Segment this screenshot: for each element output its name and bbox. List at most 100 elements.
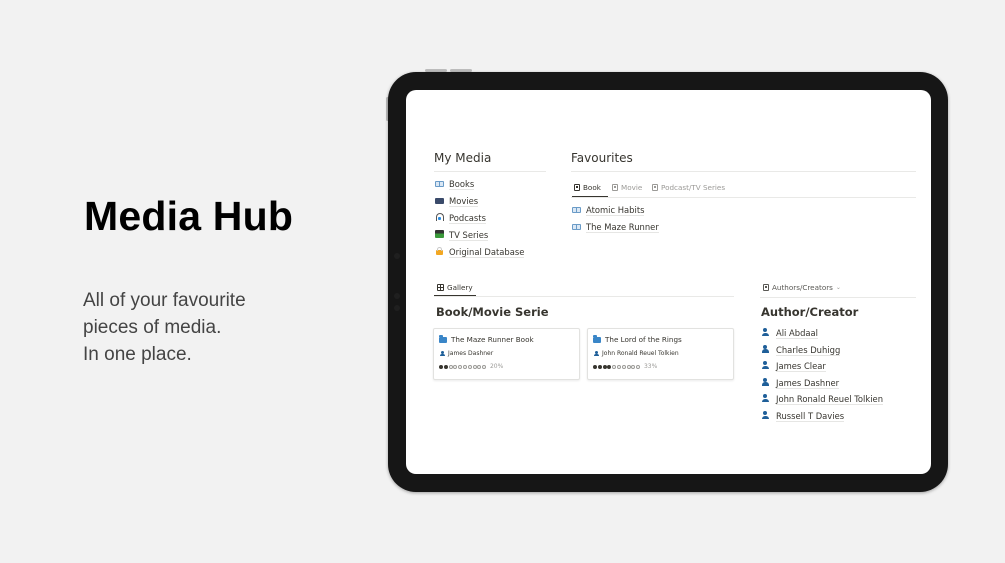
- divider: [760, 297, 916, 298]
- divider: [571, 197, 916, 198]
- my-media-link-books[interactable]: Books: [434, 179, 475, 190]
- progress-dot-empty: [462, 364, 467, 369]
- device-sensor: [394, 293, 400, 299]
- progress-dot-filled: [602, 364, 607, 369]
- author-name: James Dashner: [776, 377, 840, 389]
- person-icon: [761, 328, 769, 336]
- divider: [571, 171, 916, 172]
- progress-dot-empty: [458, 364, 463, 369]
- device-camera: [394, 253, 400, 259]
- progress-dot-empty: [621, 364, 626, 369]
- author-item[interactable]: John Ronald Reuel Tolkien: [761, 394, 884, 406]
- card-author: James Dashner: [439, 350, 493, 357]
- gallery-icon: [437, 284, 444, 291]
- chevron-down-icon: ⌄: [835, 284, 841, 291]
- author-item[interactable]: Charles Duhigg: [761, 344, 841, 356]
- progress-dots: [593, 364, 641, 369]
- person-icon: [761, 361, 769, 370]
- tab-label: Book: [583, 183, 601, 192]
- progress-dot-empty: [448, 364, 453, 369]
- gallery-card[interactable]: The Lord of the Rings John Ronald Reuel …: [587, 328, 734, 380]
- progress-dot-empty: [631, 364, 636, 369]
- author-name: Charles Duhigg: [776, 344, 841, 356]
- card-title: The Maze Runner Book: [439, 335, 534, 344]
- tab-gallery[interactable]: Gallery: [437, 283, 473, 292]
- list-view-icon: [652, 184, 658, 191]
- link-label: Movies: [449, 196, 479, 207]
- progress-dot-empty: [472, 364, 477, 369]
- authors-view-dropdown[interactable]: Authors/Creators ⌄: [763, 283, 841, 292]
- progress-dot-filled: [597, 364, 602, 369]
- hero-subtitle: All of your favourite pieces of media. I…: [83, 287, 246, 368]
- author-name: James Clear: [776, 361, 826, 373]
- progress-dots: [439, 364, 487, 369]
- hero-subtitle-line: In one place.: [83, 344, 192, 365]
- tab-movie[interactable]: Movie: [612, 183, 642, 192]
- progress-dot-empty: [636, 364, 641, 369]
- author-item[interactable]: Ali Abdaal: [761, 328, 818, 339]
- favourite-item[interactable]: The Maze Runner: [571, 222, 659, 233]
- hero-subtitle-line: All of your favourite: [83, 290, 246, 311]
- progress-dot-empty: [612, 364, 617, 369]
- tab-label: Movie: [621, 183, 643, 192]
- progress-dot-empty: [477, 364, 482, 369]
- person-icon: [761, 344, 769, 353]
- link-label: TV Series: [449, 230, 489, 241]
- hero-title: Media Hub: [84, 193, 294, 239]
- folder-icon: [439, 335, 447, 343]
- device-sensor: [394, 305, 400, 311]
- progress-dot-filled: [593, 364, 597, 369]
- authors-heading: Author/Creator: [761, 305, 859, 319]
- list-view-icon: [612, 184, 618, 191]
- my-media-link-original-database[interactable]: Original Database: [434, 246, 525, 258]
- person-icon: [593, 350, 599, 357]
- progress-label: 20%: [489, 363, 504, 370]
- card-author-text: John Ronald Reuel Tolkien: [602, 350, 679, 357]
- card-author: John Ronald Reuel Tolkien: [593, 350, 679, 357]
- progress-dot-filled: [443, 364, 448, 369]
- card-title-text: The Maze Runner Book: [451, 335, 534, 344]
- progress-dot-filled: [607, 364, 612, 369]
- film-icon: [435, 197, 444, 204]
- progress-dot-empty: [616, 364, 621, 369]
- tab-label: Gallery: [447, 283, 473, 292]
- progress-label: 33%: [643, 363, 658, 370]
- person-icon: [761, 394, 769, 403]
- author-name: John Ronald Reuel Tolkien: [776, 394, 884, 406]
- progress-dot-filled: [439, 364, 443, 369]
- hero-subtitle-line: pieces of media.: [83, 317, 222, 338]
- author-name: Ali Abdaal: [776, 328, 818, 339]
- my-media-heading: My Media: [434, 151, 492, 165]
- favourite-label: Atomic Habits: [586, 205, 645, 216]
- card-progress: 33%: [593, 363, 657, 370]
- author-item[interactable]: James Dashner: [761, 377, 840, 389]
- folder-icon: [593, 335, 601, 343]
- author-item[interactable]: James Clear: [761, 361, 826, 373]
- tab-label: Podcast/TV Series: [661, 183, 726, 192]
- my-media-link-movies[interactable]: Movies: [434, 196, 479, 207]
- notion-page: My Media Books Movies Podcasts TV Series…: [406, 90, 931, 474]
- my-media-link-tv-series[interactable]: TV Series: [434, 230, 489, 241]
- tab-podcast-tv-series[interactable]: Podcast/TV Series: [652, 183, 725, 192]
- list-view-icon: [574, 184, 580, 191]
- person-icon: [761, 377, 769, 386]
- progress-dot-empty: [626, 364, 631, 369]
- favourite-item[interactable]: Atomic Habits: [571, 205, 645, 216]
- book-icon: [572, 223, 581, 230]
- gallery-card[interactable]: The Maze Runner Book James Dashner 20%: [433, 328, 580, 380]
- author-name: Russell T Davies: [776, 411, 845, 422]
- list-view-icon: [763, 284, 769, 291]
- favourites-heading: Favourites: [571, 151, 633, 165]
- card-title-text: The Lord of the Rings: [605, 335, 682, 344]
- person-icon: [439, 350, 445, 357]
- progress-dot-empty: [467, 364, 472, 369]
- link-label: Books: [449, 179, 475, 190]
- progress-dot-empty: [482, 364, 487, 369]
- tab-label: Authors/Creators: [772, 283, 833, 292]
- divider: [434, 296, 734, 297]
- tab-book[interactable]: Book: [574, 183, 601, 192]
- clapper-icon: [435, 230, 444, 238]
- card-author-text: James Dashner: [448, 350, 494, 357]
- author-item[interactable]: Russell T Davies: [761, 411, 845, 422]
- my-media-link-podcasts[interactable]: Podcasts: [434, 213, 486, 224]
